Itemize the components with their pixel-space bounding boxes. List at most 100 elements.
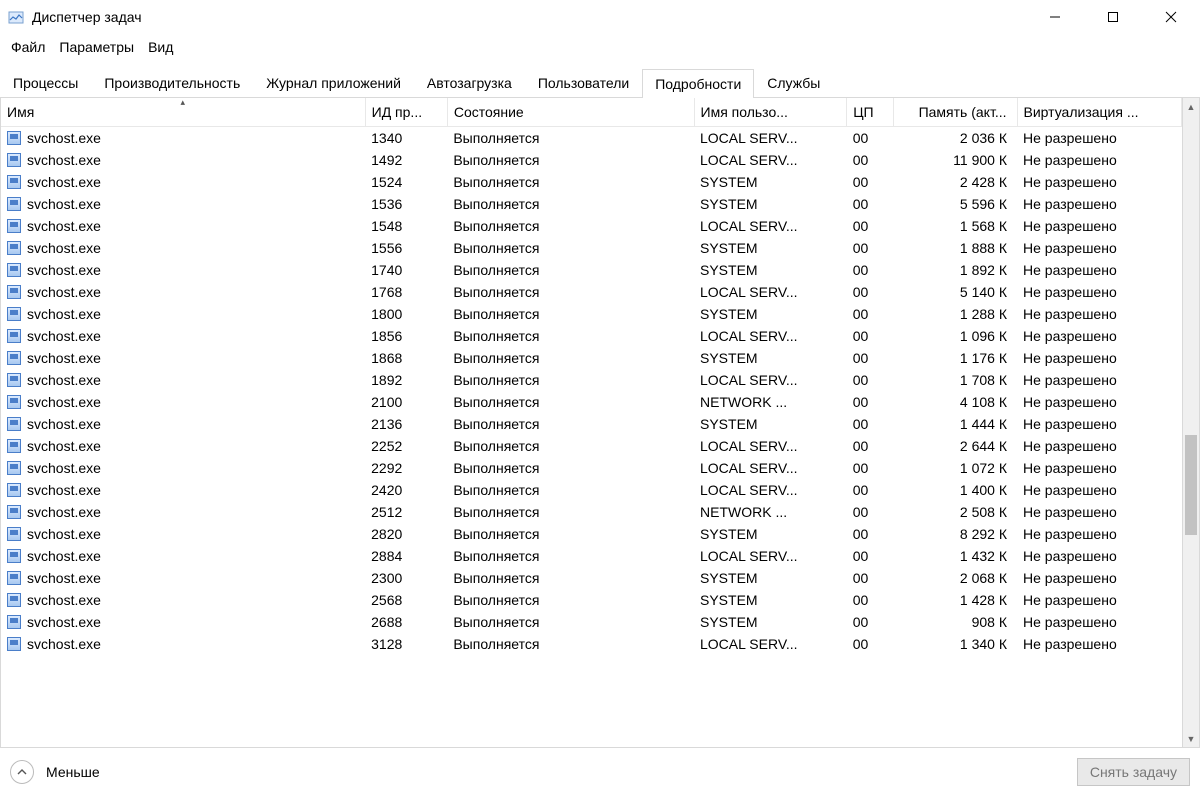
cell-mem: 1 288 К bbox=[894, 303, 1017, 325]
cell-user: SYSTEM bbox=[694, 611, 847, 633]
table-row[interactable]: svchost.exe2252ВыполняетсяLOCAL SERV...0… bbox=[1, 435, 1182, 457]
cell-name: svchost.exe bbox=[27, 130, 101, 146]
fewer-details-label[interactable]: Меньше bbox=[46, 764, 100, 780]
fewer-details-button[interactable] bbox=[10, 760, 34, 784]
table-row[interactable]: svchost.exe1548ВыполняетсяLOCAL SERV...0… bbox=[1, 215, 1182, 237]
cell-user: LOCAL SERV... bbox=[694, 479, 847, 501]
table-row[interactable]: svchost.exe2568ВыполняетсяSYSTEM001 428 … bbox=[1, 589, 1182, 611]
cell-pid: 1856 bbox=[365, 325, 447, 347]
col-header-name[interactable]: Имя▴ bbox=[1, 98, 365, 127]
cell-cpu: 00 bbox=[847, 567, 894, 589]
sort-asc-icon: ▴ bbox=[181, 98, 186, 108]
cell-virt: Не разрешено bbox=[1017, 589, 1182, 611]
end-task-button[interactable]: Снять задачу bbox=[1077, 758, 1190, 786]
cell-state: Выполняется bbox=[447, 391, 694, 413]
cell-state: Выполняется bbox=[447, 237, 694, 259]
cell-name: svchost.exe bbox=[27, 416, 101, 432]
cell-pid: 1536 bbox=[365, 193, 447, 215]
table-row[interactable]: svchost.exe2884ВыполняетсяLOCAL SERV...0… bbox=[1, 545, 1182, 567]
cell-user: NETWORK ... bbox=[694, 501, 847, 523]
col-header-mem[interactable]: Память (акт... bbox=[894, 98, 1017, 127]
cell-cpu: 00 bbox=[847, 303, 894, 325]
process-icon bbox=[7, 351, 21, 365]
table-row[interactable]: svchost.exe1536ВыполняетсяSYSTEM005 596 … bbox=[1, 193, 1182, 215]
cell-name: svchost.exe bbox=[27, 218, 101, 234]
menu-view[interactable]: Вид bbox=[143, 36, 178, 58]
table-row[interactable]: svchost.exe2136ВыполняетсяSYSTEM001 444 … bbox=[1, 413, 1182, 435]
col-header-virt[interactable]: Виртуализация ... bbox=[1017, 98, 1182, 127]
tab-performance[interactable]: Производительность bbox=[91, 68, 253, 97]
cell-name: svchost.exe bbox=[27, 262, 101, 278]
table-row[interactable]: svchost.exe2512ВыполняетсяNETWORK ...002… bbox=[1, 501, 1182, 523]
tab-startup[interactable]: Автозагрузка bbox=[414, 68, 525, 97]
scroll-down-icon[interactable]: ▼ bbox=[1183, 730, 1199, 747]
process-icon bbox=[7, 549, 21, 563]
table-row[interactable]: svchost.exe1740ВыполняетсяSYSTEM001 892 … bbox=[1, 259, 1182, 281]
app-icon bbox=[8, 9, 24, 25]
cell-user: LOCAL SERV... bbox=[694, 127, 847, 150]
table-row[interactable]: svchost.exe2420ВыполняетсяLOCAL SERV...0… bbox=[1, 479, 1182, 501]
table-row[interactable]: svchost.exe1492ВыполняетсяLOCAL SERV...0… bbox=[1, 149, 1182, 171]
col-header-user[interactable]: Имя пользо... bbox=[694, 98, 847, 127]
scroll-thumb[interactable] bbox=[1185, 435, 1197, 535]
table-row[interactable]: svchost.exe3128ВыполняетсяLOCAL SERV...0… bbox=[1, 633, 1182, 655]
cell-name: svchost.exe bbox=[27, 570, 101, 586]
cell-cpu: 00 bbox=[847, 347, 894, 369]
scroll-up-icon[interactable]: ▲ bbox=[1183, 98, 1199, 115]
menu-options[interactable]: Параметры bbox=[54, 36, 139, 58]
table-row[interactable]: svchost.exe2292ВыполняетсяLOCAL SERV...0… bbox=[1, 457, 1182, 479]
close-button[interactable] bbox=[1142, 0, 1200, 34]
cell-virt: Не разрешено bbox=[1017, 611, 1182, 633]
cell-cpu: 00 bbox=[847, 193, 894, 215]
table-row[interactable]: svchost.exe1768ВыполняетсяLOCAL SERV...0… bbox=[1, 281, 1182, 303]
cell-mem: 2 428 К bbox=[894, 171, 1017, 193]
cell-name: svchost.exe bbox=[27, 482, 101, 498]
tab-app-history[interactable]: Журнал приложений bbox=[253, 68, 414, 97]
tab-processes[interactable]: Процессы bbox=[0, 68, 91, 97]
table-row[interactable]: svchost.exe1892ВыполняетсяLOCAL SERV...0… bbox=[1, 369, 1182, 391]
cell-user: SYSTEM bbox=[694, 523, 847, 545]
minimize-button[interactable] bbox=[1026, 0, 1084, 34]
table-row[interactable]: svchost.exe2820ВыполняетсяSYSTEM008 292 … bbox=[1, 523, 1182, 545]
table-row[interactable]: svchost.exe1556ВыполняетсяSYSTEM001 888 … bbox=[1, 237, 1182, 259]
col-header-state[interactable]: Состояние bbox=[447, 98, 694, 127]
table-row[interactable]: svchost.exe1340ВыполняетсяLOCAL SERV...0… bbox=[1, 127, 1182, 150]
cell-name: svchost.exe bbox=[27, 240, 101, 256]
cell-user: SYSTEM bbox=[694, 303, 847, 325]
table-row[interactable]: svchost.exe2300ВыполняетсяSYSTEM002 068 … bbox=[1, 567, 1182, 589]
table-row[interactable]: svchost.exe1524ВыполняетсяSYSTEM002 428 … bbox=[1, 171, 1182, 193]
cell-pid: 2568 bbox=[365, 589, 447, 611]
cell-name: svchost.exe bbox=[27, 306, 101, 322]
cell-name: svchost.exe bbox=[27, 526, 101, 542]
cell-state: Выполняется bbox=[447, 589, 694, 611]
cell-name: svchost.exe bbox=[27, 196, 101, 212]
cell-mem: 1 340 К bbox=[894, 633, 1017, 655]
tab-users[interactable]: Пользователи bbox=[525, 68, 642, 97]
cell-cpu: 00 bbox=[847, 369, 894, 391]
cell-virt: Не разрешено bbox=[1017, 215, 1182, 237]
process-icon bbox=[7, 505, 21, 519]
cell-user: SYSTEM bbox=[694, 567, 847, 589]
col-header-cpu[interactable]: ЦП bbox=[847, 98, 894, 127]
table-row[interactable]: svchost.exe1800ВыполняетсяSYSTEM001 288 … bbox=[1, 303, 1182, 325]
cell-cpu: 00 bbox=[847, 611, 894, 633]
table-row[interactable]: svchost.exe2688ВыполняетсяSYSTEM00908 КН… bbox=[1, 611, 1182, 633]
maximize-button[interactable] bbox=[1084, 0, 1142, 34]
cell-name: svchost.exe bbox=[27, 636, 101, 652]
scroll-track[interactable] bbox=[1183, 115, 1199, 730]
col-header-pid[interactable]: ИД пр... bbox=[365, 98, 447, 127]
cell-mem: 1 892 К bbox=[894, 259, 1017, 281]
tab-details[interactable]: Подробности bbox=[642, 69, 754, 98]
table-row[interactable]: svchost.exe1868ВыполняетсяSYSTEM001 176 … bbox=[1, 347, 1182, 369]
cell-pid: 2100 bbox=[365, 391, 447, 413]
table-row[interactable]: svchost.exe2100ВыполняетсяNETWORK ...004… bbox=[1, 391, 1182, 413]
cell-pid: 3128 bbox=[365, 633, 447, 655]
cell-cpu: 00 bbox=[847, 589, 894, 611]
vertical-scrollbar[interactable]: ▲ ▼ bbox=[1183, 98, 1200, 748]
cell-state: Выполняется bbox=[447, 259, 694, 281]
cell-cpu: 00 bbox=[847, 237, 894, 259]
menu-file[interactable]: Файл bbox=[6, 36, 50, 58]
cell-virt: Не разрешено bbox=[1017, 237, 1182, 259]
table-row[interactable]: svchost.exe1856ВыполняетсяLOCAL SERV...0… bbox=[1, 325, 1182, 347]
tab-services[interactable]: Службы bbox=[754, 68, 833, 97]
